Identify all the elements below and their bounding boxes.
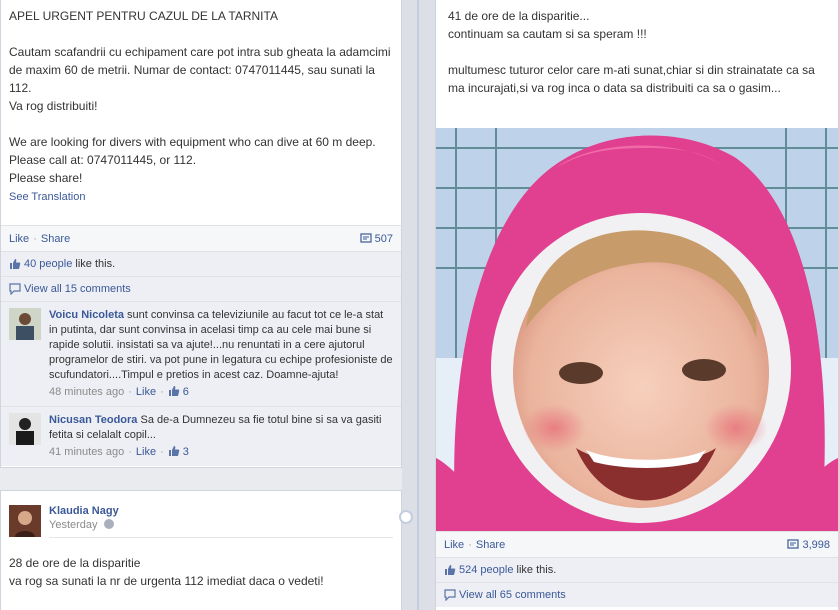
like-link[interactable]: Like bbox=[9, 233, 29, 245]
share-icon bbox=[360, 233, 372, 243]
author-name[interactable]: Klaudia Nagy bbox=[49, 505, 393, 517]
right-post-body: 41 de ore de la disparitie... continuam … bbox=[448, 9, 815, 95]
likes-people-link[interactable]: 40 people bbox=[24, 258, 72, 270]
separator: · bbox=[33, 232, 37, 245]
share-link[interactable]: Share bbox=[41, 233, 70, 245]
post-title: APEL URGENT PENTRU CAZUL DE LA TARNITA bbox=[9, 9, 278, 23]
likes-suffix: like this. bbox=[516, 564, 557, 576]
comment-icon bbox=[444, 589, 456, 601]
child-photo-image bbox=[436, 128, 838, 531]
post-action-bar: Like · Share 507 bbox=[1, 225, 401, 251]
view-comments-row[interactable]: View all 65 comments bbox=[436, 582, 838, 607]
left-post-card: APEL URGENT PENTRU CAZUL DE LA TARNITA C… bbox=[0, 0, 402, 468]
timeline-dot bbox=[399, 510, 413, 524]
view-comments-row[interactable]: View all 15 comments bbox=[1, 276, 401, 301]
avatar[interactable] bbox=[9, 308, 41, 340]
post-body-en: We are looking for divers with equipment… bbox=[9, 135, 376, 185]
thumbs-up-icon bbox=[445, 565, 456, 575]
public-globe-icon bbox=[103, 519, 114, 529]
comment-meta: 48 minutes ago · Like · 6 bbox=[49, 386, 189, 398]
comment-like-count[interactable]: 3 bbox=[183, 446, 189, 458]
timeline-spine bbox=[417, 0, 419, 610]
comment-author[interactable]: Voicu Nicoleta bbox=[49, 309, 124, 321]
comment-like-count[interactable]: 6 bbox=[183, 386, 189, 398]
share-count[interactable]: 3,998 bbox=[787, 538, 830, 551]
post-time: Yesterday bbox=[49, 519, 393, 531]
comment-time: 48 minutes ago bbox=[49, 386, 125, 398]
comment-item: Nicusan Teodora Sa de-a Dumnezeu sa fie … bbox=[1, 406, 401, 466]
comment-author[interactable]: Nicusan Teodora bbox=[49, 414, 137, 426]
view-all-comments-link[interactable]: View all 15 comments bbox=[24, 283, 131, 295]
bottom-post-card: Klaudia Nagy Yesterday 28 de ore de la d… bbox=[0, 490, 402, 610]
likes-row: 40 people like this. bbox=[1, 251, 401, 276]
likes-row: 524 people like this. bbox=[436, 557, 838, 582]
see-translation-link[interactable]: See Translation bbox=[9, 191, 393, 217]
likes-people-link[interactable]: 524 people bbox=[459, 564, 513, 576]
comment-like-link[interactable]: Like bbox=[136, 386, 156, 398]
comment-icon bbox=[9, 283, 21, 295]
author-avatar[interactable] bbox=[9, 505, 41, 537]
share-icon bbox=[787, 539, 800, 549]
comment-time: 41 minutes ago bbox=[49, 446, 125, 458]
avatar[interactable] bbox=[9, 413, 41, 445]
share-count-value: 507 bbox=[374, 233, 393, 245]
view-all-comments-link[interactable]: View all 65 comments bbox=[459, 589, 566, 601]
thumbs-up-icon bbox=[168, 446, 180, 456]
post-body-ro: Cautam scafandrii cu echipament care pot… bbox=[9, 45, 391, 113]
right-post-action-bar: Like · Share 3,998 bbox=[436, 531, 838, 557]
post-photo[interactable] bbox=[436, 128, 838, 531]
likes-suffix: like this. bbox=[75, 258, 116, 270]
comment-item: Voicu Nicoleta sunt convinsa ca televizi… bbox=[1, 301, 401, 406]
thumbs-up-icon bbox=[168, 386, 180, 396]
right-post-card: 41 de ore de la disparitie... continuam … bbox=[435, 0, 839, 610]
comment-like-link[interactable]: Like bbox=[136, 446, 156, 458]
like-link[interactable]: Like bbox=[444, 539, 464, 551]
post-time-text[interactable]: Yesterday bbox=[49, 519, 98, 531]
thumbs-up-icon bbox=[10, 259, 21, 269]
share-count-value: 3,998 bbox=[802, 539, 830, 551]
comment-meta: 41 minutes ago · Like · 3 bbox=[49, 446, 189, 458]
bottom-post-body: 28 de ore de la disparitie va rog sa sun… bbox=[9, 556, 324, 588]
share-link[interactable]: Share bbox=[476, 539, 505, 551]
share-count[interactable]: 507 bbox=[360, 232, 393, 245]
separator: · bbox=[468, 538, 472, 551]
